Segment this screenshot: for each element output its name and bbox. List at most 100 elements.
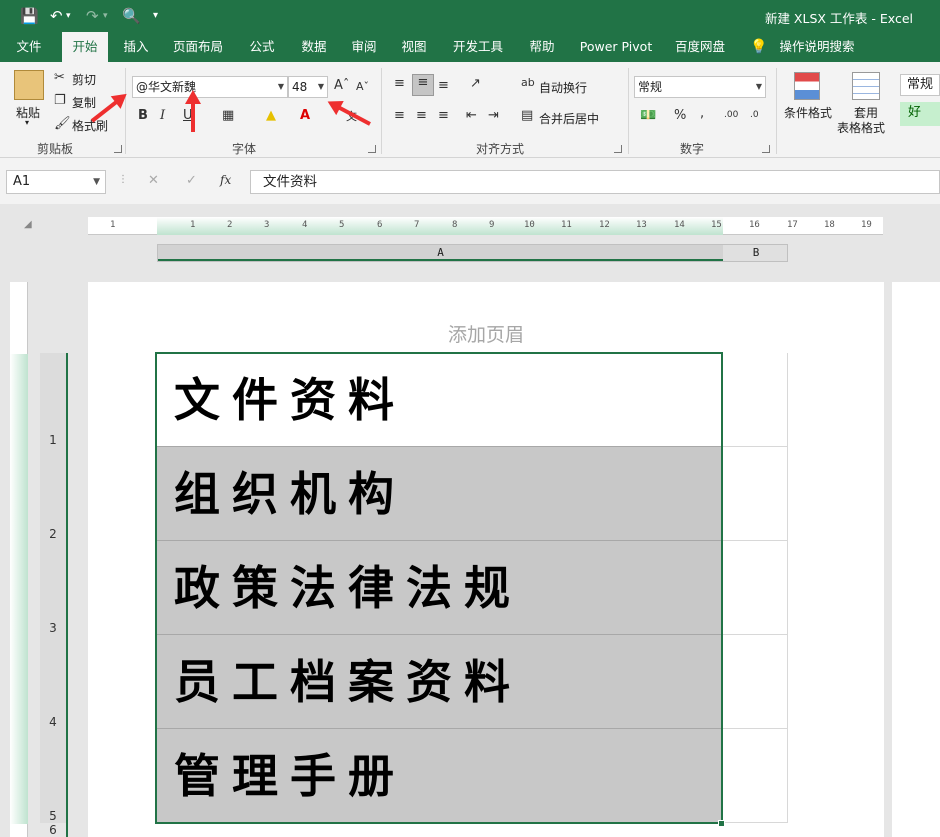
row-header[interactable]: 3 — [40, 621, 66, 635]
cell-b1[interactable] — [722, 353, 788, 447]
more-icon: ⋮ — [118, 174, 128, 185]
row-header[interactable]: 1 — [40, 433, 66, 447]
column-header-a[interactable]: A — [158, 245, 723, 261]
print-preview-icon[interactable]: 🔍 — [122, 6, 141, 26]
font-size-combo[interactable]: 48 ▼ — [288, 76, 328, 98]
decrease-font-icon[interactable]: Aˇ — [356, 80, 369, 93]
paste-icon[interactable] — [14, 70, 44, 100]
align-left-icon[interactable]: ≡ — [394, 108, 405, 123]
italic-button[interactable]: I — [160, 108, 165, 123]
chevron-down-icon[interactable]: ▼ — [756, 77, 762, 97]
increase-decimal-icon[interactable]: .00 — [724, 110, 738, 120]
divider — [381, 68, 382, 154]
bold-button[interactable]: B — [138, 108, 148, 123]
row-header[interactable]: 5 — [40, 809, 66, 823]
tab-file[interactable]: 文件 — [8, 32, 50, 62]
ruler-tick: 1 — [190, 220, 196, 230]
copy-button[interactable]: 复制 — [72, 94, 96, 111]
tab-home[interactable]: 开始 — [62, 32, 108, 62]
format-table-icon[interactable] — [852, 72, 880, 100]
align-center-icon[interactable]: ≡ — [416, 108, 427, 123]
divider — [776, 68, 777, 154]
tab-formulas[interactable]: 公式 — [242, 32, 282, 62]
redo-icon[interactable]: ↷ — [86, 6, 99, 26]
formula-input[interactable]: 文件资料 — [250, 170, 940, 194]
cell-b3[interactable] — [722, 541, 788, 635]
increase-indent-icon[interactable]: ⇥ — [488, 108, 499, 123]
chevron-down-icon[interactable]: ▼ — [93, 171, 100, 193]
format-table-line2[interactable]: 表格格式 — [837, 119, 885, 136]
decrease-decimal-icon[interactable]: .0 — [750, 110, 759, 120]
fill-color-icon[interactable]: ▲ — [266, 108, 276, 123]
font-launcher-icon[interactable] — [368, 145, 376, 153]
merge-center-button[interactable]: 合并后居中 — [539, 110, 599, 127]
cut-button[interactable]: 剪切 — [72, 71, 96, 88]
customize-icon[interactable]: ▾ — [153, 6, 158, 26]
align-middle-icon[interactable]: ≡ — [412, 74, 434, 96]
number-format-combo[interactable]: 常规 ▼ — [634, 76, 766, 98]
align-top-icon[interactable]: ≡ — [394, 76, 405, 91]
undo-dropdown-icon[interactable]: ▾ — [66, 6, 71, 26]
align-bottom-icon[interactable]: ≡ — [438, 78, 449, 93]
tab-data[interactable]: 数据 — [294, 32, 334, 62]
good-style[interactable]: 好 — [900, 102, 940, 126]
ruler-tick: 3 — [264, 220, 270, 230]
font-color-icon[interactable]: A — [300, 108, 310, 123]
tab-help[interactable]: 帮助 — [522, 32, 562, 62]
font-size-value: 48 — [292, 80, 308, 94]
ruler-tick: 16 — [749, 220, 760, 230]
cell-b5[interactable] — [722, 729, 788, 823]
currency-icon[interactable]: 💵 — [640, 108, 656, 123]
percent-button[interactable]: % — [674, 108, 686, 123]
paste-dropdown-icon[interactable]: ▾ — [25, 118, 29, 127]
conditional-format-button[interactable]: 条件格式 — [784, 104, 832, 121]
tab-power-pivot[interactable]: Power Pivot — [574, 32, 658, 62]
column-header-b[interactable]: B — [724, 245, 788, 261]
orientation-icon[interactable]: ↗ — [470, 76, 481, 91]
save-icon[interactable]: 💾 — [20, 6, 39, 26]
normal-style[interactable]: 常规 — [900, 74, 940, 96]
cancel-icon[interactable]: ✕ — [148, 173, 159, 188]
select-all-corner[interactable]: ◢ — [24, 219, 32, 230]
conditional-format-icon[interactable] — [794, 72, 820, 100]
chevron-down-icon[interactable]: ▼ — [318, 77, 324, 97]
insert-function-icon[interactable]: fx — [220, 173, 231, 187]
border-icon[interactable]: ▦ — [222, 108, 234, 123]
comma-button[interactable]: , — [700, 106, 704, 121]
undo-icon[interactable]: ↶ — [50, 6, 63, 26]
enter-icon[interactable]: ✓ — [186, 173, 197, 188]
tab-review[interactable]: 审阅 — [344, 32, 384, 62]
ruler-tick: 15 — [711, 220, 722, 230]
tab-developer[interactable]: 开发工具 — [446, 32, 510, 62]
ribbon: 粘贴 ▾ ✂ 剪切 ❐ 复制 🖌 格式刷 剪贴板 @华文新魏 ▼ 48 ▼ Aˆ… — [0, 62, 940, 158]
clipboard-launcher-icon[interactable] — [114, 145, 122, 153]
divider — [628, 68, 629, 154]
ruler-tick: 14 — [674, 220, 685, 230]
chevron-down-icon[interactable]: ▼ — [278, 77, 284, 97]
ruler-margin-highlight — [10, 354, 28, 824]
fill-handle[interactable] — [718, 820, 725, 827]
row-header[interactable]: 4 — [40, 715, 66, 729]
ruler-tick: 7 — [414, 220, 420, 230]
font-name-combo[interactable]: @华文新魏 ▼ — [132, 76, 288, 98]
increase-font-icon[interactable]: Aˆ — [334, 78, 349, 93]
row-header[interactable]: 6 — [40, 823, 66, 837]
name-box[interactable]: A1 ▼ — [6, 170, 106, 194]
cell-b2[interactable] — [722, 447, 788, 541]
tab-baidu-netdisk[interactable]: 百度网盘 — [668, 32, 732, 62]
decrease-indent-icon[interactable]: ⇤ — [466, 108, 477, 123]
number-launcher-icon[interactable] — [762, 145, 770, 153]
tab-view[interactable]: 视图 — [394, 32, 434, 62]
tell-me-search[interactable]: 操作说明搜索 — [772, 32, 862, 62]
tab-insert[interactable]: 插入 — [116, 32, 156, 62]
alignment-launcher-icon[interactable] — [614, 145, 622, 153]
cell-b4[interactable] — [722, 635, 788, 729]
name-box-value: A1 — [13, 174, 31, 189]
align-right-icon[interactable]: ≡ — [438, 108, 449, 123]
wrap-text-button[interactable]: 自动换行 — [539, 79, 587, 96]
ruler-tick: 10 — [524, 220, 535, 230]
tab-page-layout[interactable]: 页面布局 — [166, 32, 230, 62]
redo-dropdown-icon[interactable]: ▾ — [103, 6, 108, 26]
row-header[interactable]: 2 — [40, 527, 66, 541]
header-placeholder[interactable]: 添加页眉 — [88, 320, 884, 347]
